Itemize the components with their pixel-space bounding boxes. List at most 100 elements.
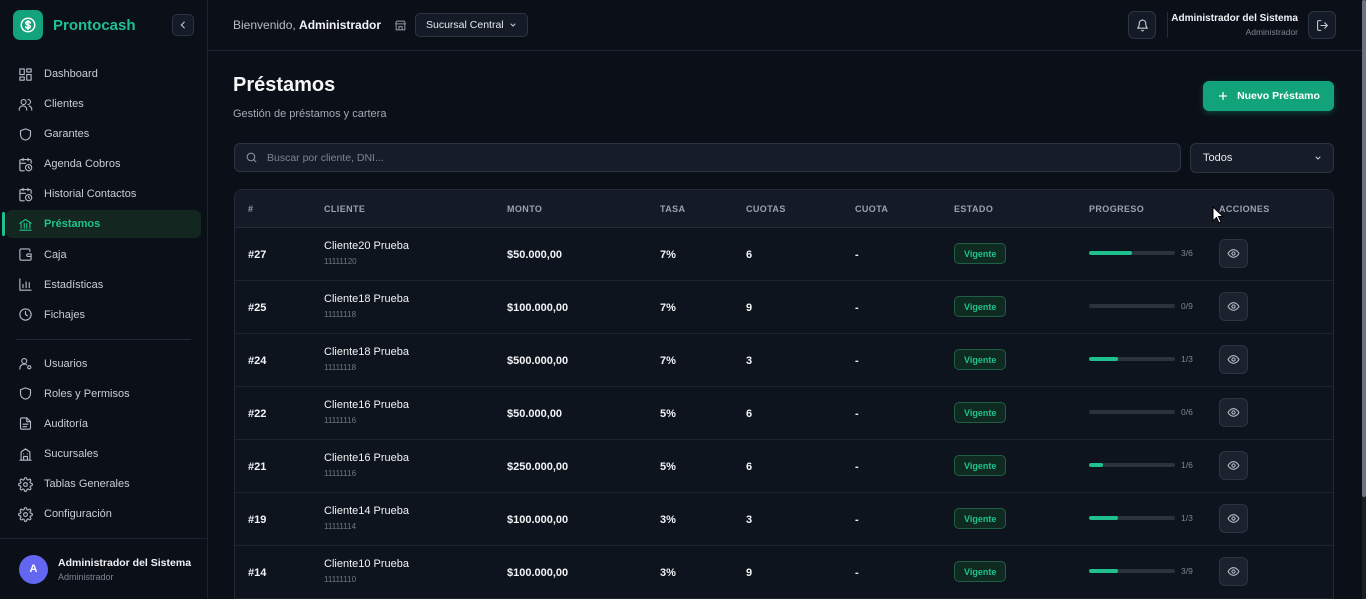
sidebar-item-label: Historial Contactos [44,188,137,201]
progress-fill [1089,569,1118,573]
sidebar-item-auditoría[interactable]: Auditoría [6,410,201,438]
sidebar-item-label: Auditoría [44,417,89,430]
loan-installment-value: - [855,302,859,314]
sidebar-user-name: Administrador del Sistema [58,556,192,569]
notifications-button[interactable] [1128,11,1156,39]
view-loan-button[interactable] [1219,504,1248,533]
store-icon [395,20,406,30]
client-name: Cliente16 Prueba [324,399,410,411]
sidebar-item-label: Caja [44,248,67,261]
eye-icon [1227,302,1240,311]
topbar-user-name: Administrador del Sistema [1171,13,1298,24]
eye-icon [1227,355,1240,364]
loan-installments: 6 [746,461,753,473]
table-header: # CLIENTE MONTO TASA CUOTAS CUOTA ESTADO PROGRE… [235,190,1333,228]
table-row[interactable]: #21 Cliente16 Prueba 11111116 $250.000,00 5%… [235,440,1333,493]
document-icon [17,416,33,432]
plus-icon [1217,90,1229,102]
sidebar-item-tablas-generales[interactable]: Tablas Generales [6,470,201,498]
sidebar-item-estadísticas[interactable]: Estadísticas [6,271,201,299]
bar-chart-icon [17,277,33,293]
sidebar-item-roles-y-permisos[interactable]: Roles y Permisos [6,380,201,408]
client-cell: Cliente16 Prueba 11111116 [324,452,409,478]
welcome-text: Bienvenido, Administrador [233,18,381,32]
sidebar-item-configuración[interactable]: Configuración [6,500,201,528]
sidebar-item-fichajes[interactable]: Fichajes [6,301,201,329]
table-row[interactable]: #22 Cliente16 Prueba 11111116 $50.000,00 5% 6… [235,387,1333,440]
client-name: Cliente16 Prueba [324,452,410,464]
view-loan-button[interactable] [1219,239,1248,268]
loan-amount: $250.000,00 [507,461,569,473]
progress: 1/3 [1089,354,1193,364]
view-loan-button[interactable] [1219,345,1248,374]
view-loan-button[interactable] [1219,398,1248,427]
view-loan-button[interactable] [1219,451,1248,480]
loan-rate: 5% [660,408,676,420]
sidebar-item-sucursales[interactable]: Sucursales [6,440,201,468]
client-cell: Cliente10 Prueba 11111110 [324,558,409,584]
app-root: Prontocash Dashboard Clientes Garantes Agen… [0,0,1366,599]
sidebar-item-dashboard[interactable]: Dashboard [6,60,201,88]
column-header: CUOTA [855,204,889,214]
progress-bar [1089,357,1175,361]
column-header: PROGRESO [1089,204,1145,214]
client-name: Cliente18 Prueba [324,293,410,305]
collapse-sidebar-button[interactable] [172,14,194,36]
progress-fill [1089,357,1118,361]
view-loan-button[interactable] [1219,557,1248,586]
building-icon [17,446,33,462]
status-filter-select[interactable]: Todos [1190,143,1334,173]
sidebar-item-historial-contactos[interactable]: Historial Contactos [6,180,201,208]
table-row[interactable]: #14 Cliente10 Prueba 11111110 $100.000,00 3%… [235,546,1333,599]
loan-installments: 6 [746,249,753,261]
search-box[interactable] [234,143,1181,172]
sidebar-item-label: Sucursales [44,448,99,461]
logout-button[interactable] [1308,11,1336,39]
branch-selector[interactable]: Sucursal Central [394,13,528,37]
progress-text: 1/3 [1181,354,1193,364]
welcome-name: Administrador [299,18,382,32]
sidebar-item-garantes[interactable]: Garantes [6,120,201,148]
sidebar-item-préstamos[interactable]: Préstamos [2,210,201,239]
new-loan-button[interactable]: Nuevo Préstamo [1203,81,1334,111]
sidebar-item-clientes[interactable]: Clientes [6,90,201,118]
topbar-user-role: Administrador [1245,27,1298,37]
page-scrollbar[interactable] [1362,0,1366,599]
progress-bar [1089,516,1175,520]
sidebar-item-label: Estadísticas [44,278,104,291]
column-header: TASA [660,204,686,214]
progress: 0/6 [1089,407,1193,417]
search-input[interactable] [267,144,1180,171]
table-row[interactable]: #25 Cliente18 Prueba 11111118 $100.000,00 7%… [235,281,1333,334]
sidebar-item-agenda-cobros[interactable]: Agenda Cobros [6,150,201,178]
branch-dropdown[interactable]: Sucursal Central [415,13,528,37]
table-row[interactable]: #24 Cliente18 Prueba 11111118 $500.000,00 7%… [235,334,1333,387]
loan-amount: $50.000,00 [507,408,563,420]
eye-icon [1227,408,1240,417]
loan-rate: 3% [660,567,676,579]
client-name: Cliente10 Prueba [324,558,410,570]
status-badge: Vigente [954,455,1007,476]
table-row[interactable]: #19 Cliente14 Prueba 11111114 $100.000,00 3%… [235,493,1333,546]
view-loan-button[interactable] [1219,292,1248,321]
sidebar-user[interactable]: A Administrador del Sistema Administrado… [0,538,207,599]
loan-installment-value: - [855,514,859,526]
status-badge: Vigente [954,296,1007,317]
sidebar-item-caja[interactable]: Caja [6,241,201,269]
loan-installment-value: - [855,567,859,579]
user-gear-icon [17,356,33,372]
sidebar-item-usuarios[interactable]: Usuarios [6,350,201,378]
progress-bar [1089,410,1175,414]
loan-rate: 3% [660,514,676,526]
table-row[interactable]: #27 Cliente20 Prueba 11111120 $50.000,00 7% 6… [235,228,1333,281]
scrollbar-thumb[interactable] [1362,0,1366,497]
topbar-user[interactable]: Administrador del Sistema Administrador [1171,13,1298,37]
brand[interactable]: Prontocash [13,10,136,40]
sidebar-item-label: Roles y Permisos [44,387,130,400]
loan-id: #14 [248,567,267,579]
gear-icon [17,506,33,522]
wallet-icon [17,247,33,263]
progress-fill [1089,463,1104,467]
bell-icon [1136,19,1148,31]
client-dni: 11111118 [324,310,357,319]
